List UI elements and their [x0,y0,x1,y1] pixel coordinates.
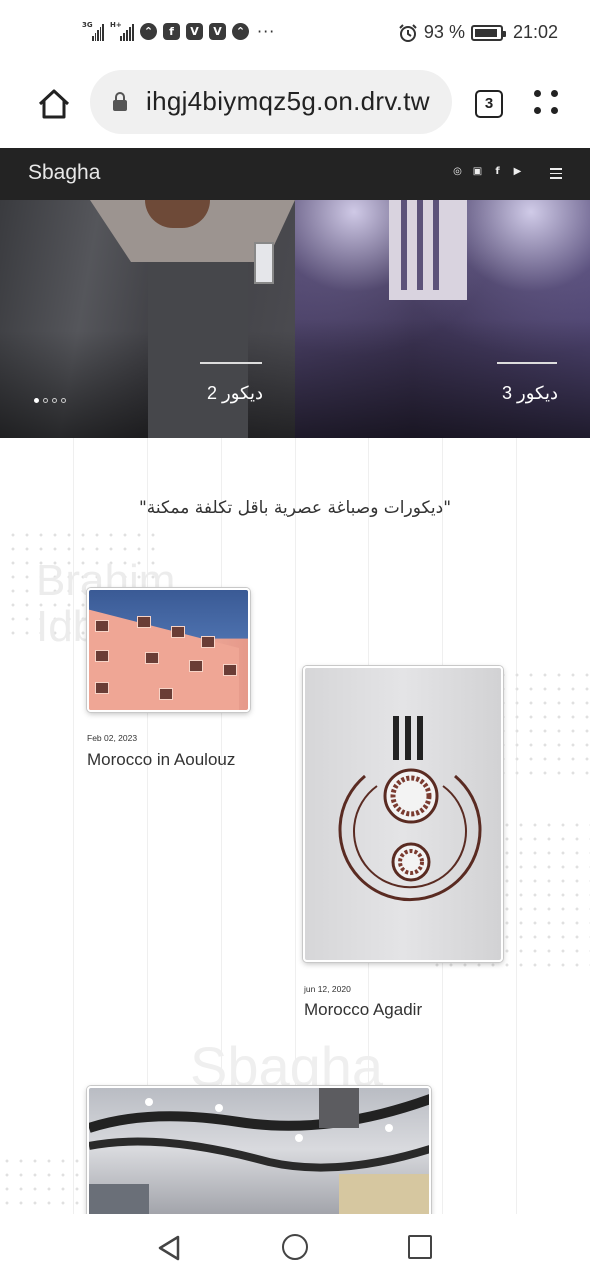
more-notifications-icon: ··· [257,22,276,41]
battery-percent: 93 % [423,22,465,42]
slider-dot[interactable] [43,398,48,403]
post-title[interactable]: Morocco Agadir [304,1000,422,1020]
status-left: 3G H+ ⌃ f V V ⌃ ··· [82,20,276,42]
main-content: Brahim Idb Sbagha "ديكورات وصباغة عصرية … [0,438,590,1214]
battery-level [474,28,498,37]
home-icon[interactable] [34,84,74,124]
slider-dot[interactable] [34,398,39,403]
clock: 21:02 [512,22,558,42]
slider-dots[interactable] [34,398,66,403]
back-icon[interactable] [156,1234,182,1262]
post-title[interactable]: Morocco in Aoulouz [87,750,235,770]
slide-divider [200,362,262,364]
lock-icon [113,92,127,111]
background-dots [0,1154,100,1214]
facebook-icon[interactable]: f [492,166,503,177]
slide-divider [497,362,557,364]
whatsapp-icon[interactable]: ◎ [452,166,463,177]
alarm-icon [399,23,417,42]
site-logo[interactable]: Sbagha [28,161,100,185]
vivaldi-icon: V [186,23,203,40]
browser-icon: ⌃ [140,23,157,40]
vivaldi-icon: V [209,23,226,40]
ornament-image [338,716,482,902]
post-thumbnail[interactable] [303,666,503,962]
url-text[interactable]: ihgj4biymqz5g.on.drv.tw [146,86,430,117]
slide-image-detail [254,242,274,284]
slide[interactable]: ديكور 2 [0,200,295,438]
youtube-icon[interactable]: ▶ [512,166,523,177]
system-nav-bar [0,1214,590,1280]
post-date: Feb 02, 2023 [87,733,138,743]
site-tagline: "ديكورات وصباغة عصرية باقل تكلفة ممكنة" [138,498,452,518]
browser-menu-icon[interactable] [534,90,560,116]
signal-type-label: 3G [82,20,93,29]
post-thumbnail[interactable] [87,588,250,712]
slide-caption: ديكور 3 [502,383,558,403]
tab-switcher-button[interactable]: 3 [475,90,503,118]
post-thumbnail[interactable] [87,1086,431,1214]
signal-type-label: H+ [110,20,122,29]
site-header: Sbagha ◎ ▣ f ▶ [0,148,590,200]
slide-caption: ديكور 2 [207,383,263,403]
signal-icon: H+ [110,20,134,41]
slide-image-detail [148,262,248,438]
slide[interactable]: ديكور 3 [295,200,590,438]
facebook-icon: f [163,23,180,40]
slider-dot[interactable] [52,398,57,403]
browser-toolbar: ihgj4biymqz5g.on.drv.tw 3 [0,68,590,148]
hero-slider[interactable]: ديكور 2 ديكور 3 [0,200,590,438]
battery-icon [470,24,506,41]
signal-icon: 3G [82,20,104,41]
browser-icon: ⌃ [232,23,249,40]
instagram-icon[interactable]: ▣ [472,166,483,177]
home-nav-icon[interactable] [282,1234,308,1260]
slide-image-detail [389,200,467,300]
slider-dot[interactable] [61,398,66,403]
hamburger-menu-icon[interactable] [550,168,562,179]
ceiling-image [89,1088,429,1214]
recent-apps-icon[interactable] [408,1235,432,1259]
post-date: jun 12, 2020 [304,984,351,994]
address-bar[interactable]: ihgj4biymqz5g.on.drv.tw [90,70,452,134]
status-right: 93 % 21:02 [398,22,558,43]
status-bar: 3G H+ ⌃ f V V ⌃ ··· 93 % 21:02 [0,0,590,68]
social-links: ◎ ▣ f ▶ [452,166,523,177]
